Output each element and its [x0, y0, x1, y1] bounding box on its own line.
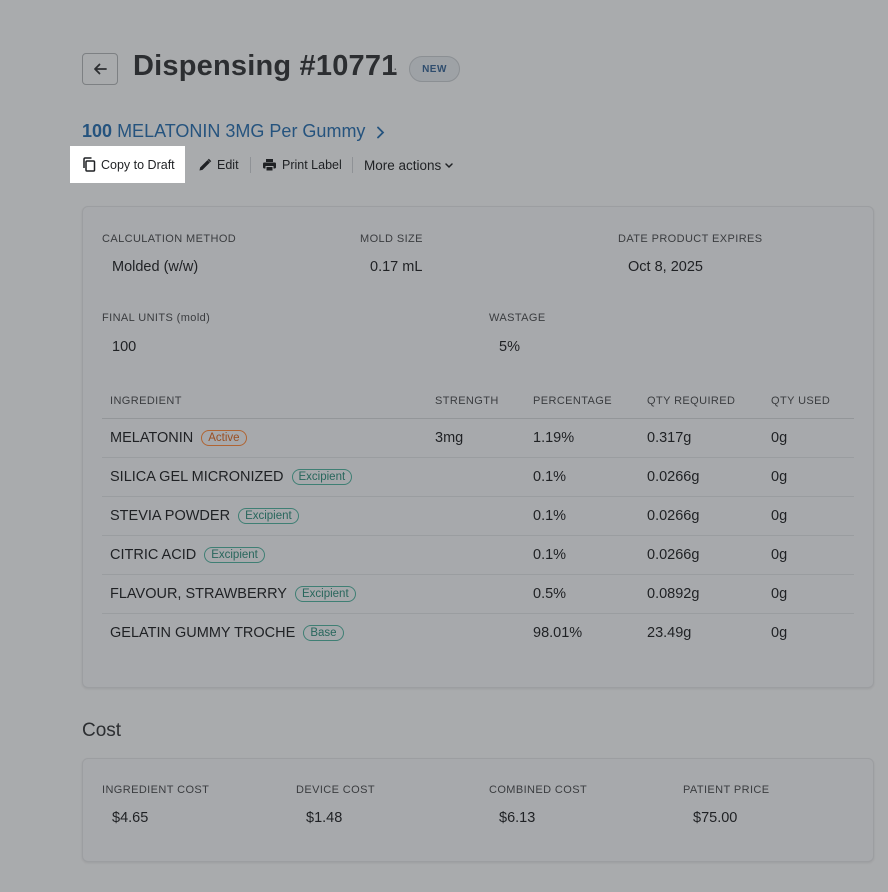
status-badge: NEW: [409, 56, 460, 82]
column-header-percentage: PERCENTAGE: [533, 395, 612, 407]
ingredient-type-tag: Excipient: [294, 586, 356, 602]
more-actions-label: More actions: [364, 157, 442, 173]
calculation-method-label: CALCULATION METHOD: [102, 233, 237, 245]
ingredient-cost-value: $4.65: [112, 810, 149, 826]
copy-to-draft-label: Copy to Draft: [101, 157, 175, 172]
table-row: STEVIA POWDER Excipient 0.1% 0.0266g 0g: [102, 497, 854, 536]
ingredient-name: MELATONIN: [110, 430, 194, 446]
date-expires-label: DATE PRODUCT EXPIRES: [618, 233, 763, 245]
ingredient-name-cell: STEVIA POWDER Excipient: [110, 508, 299, 524]
back-button[interactable]: [82, 53, 118, 85]
calculation-method-value: Molded (w/w): [112, 259, 199, 275]
ingredient-name-cell: FLAVOUR, STRAWBERRY Excipient: [110, 586, 356, 602]
title-separator: ·: [393, 60, 398, 76]
ingredient-cost-label: INGREDIENT COST: [102, 784, 210, 796]
copy-to-draft-button[interactable]: Copy to Draft: [70, 146, 185, 183]
cost-section-title: Cost: [82, 720, 122, 741]
product-link[interactable]: 100 MELATONIN 3MG Per Gummy: [82, 121, 385, 142]
qty-required-cell: 0.0266g: [647, 469, 700, 485]
table-row: SILICA GEL MICRONIZED Excipient 0.1% 0.0…: [102, 458, 854, 497]
percentage-cell: 0.1%: [533, 508, 567, 524]
ingredient-type-tag: Excipient: [291, 469, 353, 485]
ingredient-name: FLAVOUR, STRAWBERRY: [110, 586, 287, 602]
combined-cost-value: $6.13: [499, 810, 536, 826]
patient-price-value: $75.00: [693, 810, 738, 826]
mold-size-value: 0.17 mL: [370, 259, 423, 275]
copy-icon: [83, 157, 96, 172]
page-title: Dispensing #10771: [133, 50, 398, 82]
qty-used-cell: 0g: [771, 508, 788, 524]
wastage-value: 5%: [499, 339, 520, 355]
action-divider: [250, 157, 251, 173]
column-header-qty-used: QTY USED: [771, 395, 831, 407]
qty-required-cell: 0.317g: [647, 430, 692, 446]
percentage-cell: 98.01%: [533, 625, 583, 641]
final-units-label: FINAL UNITS (mold): [102, 312, 211, 324]
ingredient-type-tag: Excipient: [204, 547, 265, 563]
date-expires-value: Oct 8, 2025: [628, 259, 703, 275]
mold-size-label: MOLD SIZE: [360, 233, 423, 245]
device-cost-value: $1.48: [306, 810, 343, 826]
table-row: CITRIC ACID Excipient 0.1% 0.0266g 0g: [102, 536, 854, 575]
product-quantity: 100: [82, 121, 113, 141]
percentage-cell: 0.5%: [533, 586, 567, 602]
qty-used-cell: 0g: [771, 469, 788, 485]
ingredient-name: CITRIC ACID: [110, 547, 197, 563]
final-units-value: 100: [112, 339, 137, 355]
action-divider: [352, 157, 353, 173]
printer-icon: [263, 159, 276, 172]
cost-card: [82, 758, 874, 862]
table-row: FLAVOUR, STRAWBERRY Excipient 0.5% 0.089…: [102, 575, 854, 614]
device-cost-label: DEVICE COST: [296, 784, 375, 796]
print-label-label: Print Label: [282, 158, 342, 172]
percentage-cell: 0.1%: [533, 469, 567, 485]
chevron-down-icon: [445, 162, 454, 168]
ingredient-name-cell: CITRIC ACID Excipient: [110, 547, 265, 563]
arrow-left-icon: [94, 63, 107, 75]
strength-cell: 3mg: [435, 430, 464, 446]
qty-used-cell: 0g: [771, 625, 788, 641]
combined-cost-label: COMBINED COST: [489, 784, 588, 796]
chevron-right-icon: [377, 126, 385, 139]
table-row: GELATIN GUMMY TROCHE Base 98.01% 23.49g …: [102, 614, 854, 653]
qty-required-cell: 0.0892g: [647, 586, 700, 602]
qty-used-cell: 0g: [771, 430, 788, 446]
print-label-button[interactable]: Print Label: [262, 157, 342, 173]
product-name: MELATONIN 3MG Per Gummy: [117, 121, 366, 141]
column-header-strength: STRENGTH: [435, 395, 499, 407]
percentage-cell: 0.1%: [533, 547, 567, 563]
more-actions-button[interactable]: More actions: [364, 157, 459, 173]
dispensing-page: Dispensing #10771 · NEW 100 MELATONIN 3M…: [0, 0, 888, 892]
percentage-cell: 1.19%: [533, 430, 575, 446]
ingredient-name-cell: MELATONIN Active: [110, 430, 247, 446]
column-header-ingredient: INGREDIENT: [110, 395, 182, 407]
qty-required-cell: 23.49g: [647, 625, 692, 641]
table-row: MELATONIN Active 3mg 1.19% 0.317g 0g: [102, 419, 854, 458]
ingredient-type-tag: Excipient: [238, 508, 299, 524]
pencil-icon: [199, 158, 212, 171]
ingredient-name-cell: GELATIN GUMMY TROCHE Base: [110, 625, 344, 641]
qty-required-cell: 0.0266g: [647, 508, 700, 524]
ingredient-name: STEVIA POWDER: [110, 508, 231, 524]
ingredient-name: SILICA GEL MICRONIZED: [110, 469, 284, 485]
ingredient-name-cell: SILICA GEL MICRONIZED Excipient: [110, 469, 353, 485]
ingredient-type-tag: Active: [201, 430, 247, 446]
qty-used-cell: 0g: [771, 547, 788, 563]
qty-required-cell: 0.0266g: [647, 547, 700, 563]
ingredient-type-tag: Base: [303, 625, 344, 641]
wastage-label: WASTAGE: [489, 312, 546, 324]
column-header-qty-required: QTY REQUIRED: [647, 395, 736, 407]
ingredient-name: GELATIN GUMMY TROCHE: [110, 625, 296, 641]
patient-price-label: PATIENT PRICE: [683, 784, 770, 796]
edit-button[interactable]: Edit: [198, 157, 239, 173]
edit-label: Edit: [217, 158, 239, 172]
qty-used-cell: 0g: [771, 586, 788, 602]
